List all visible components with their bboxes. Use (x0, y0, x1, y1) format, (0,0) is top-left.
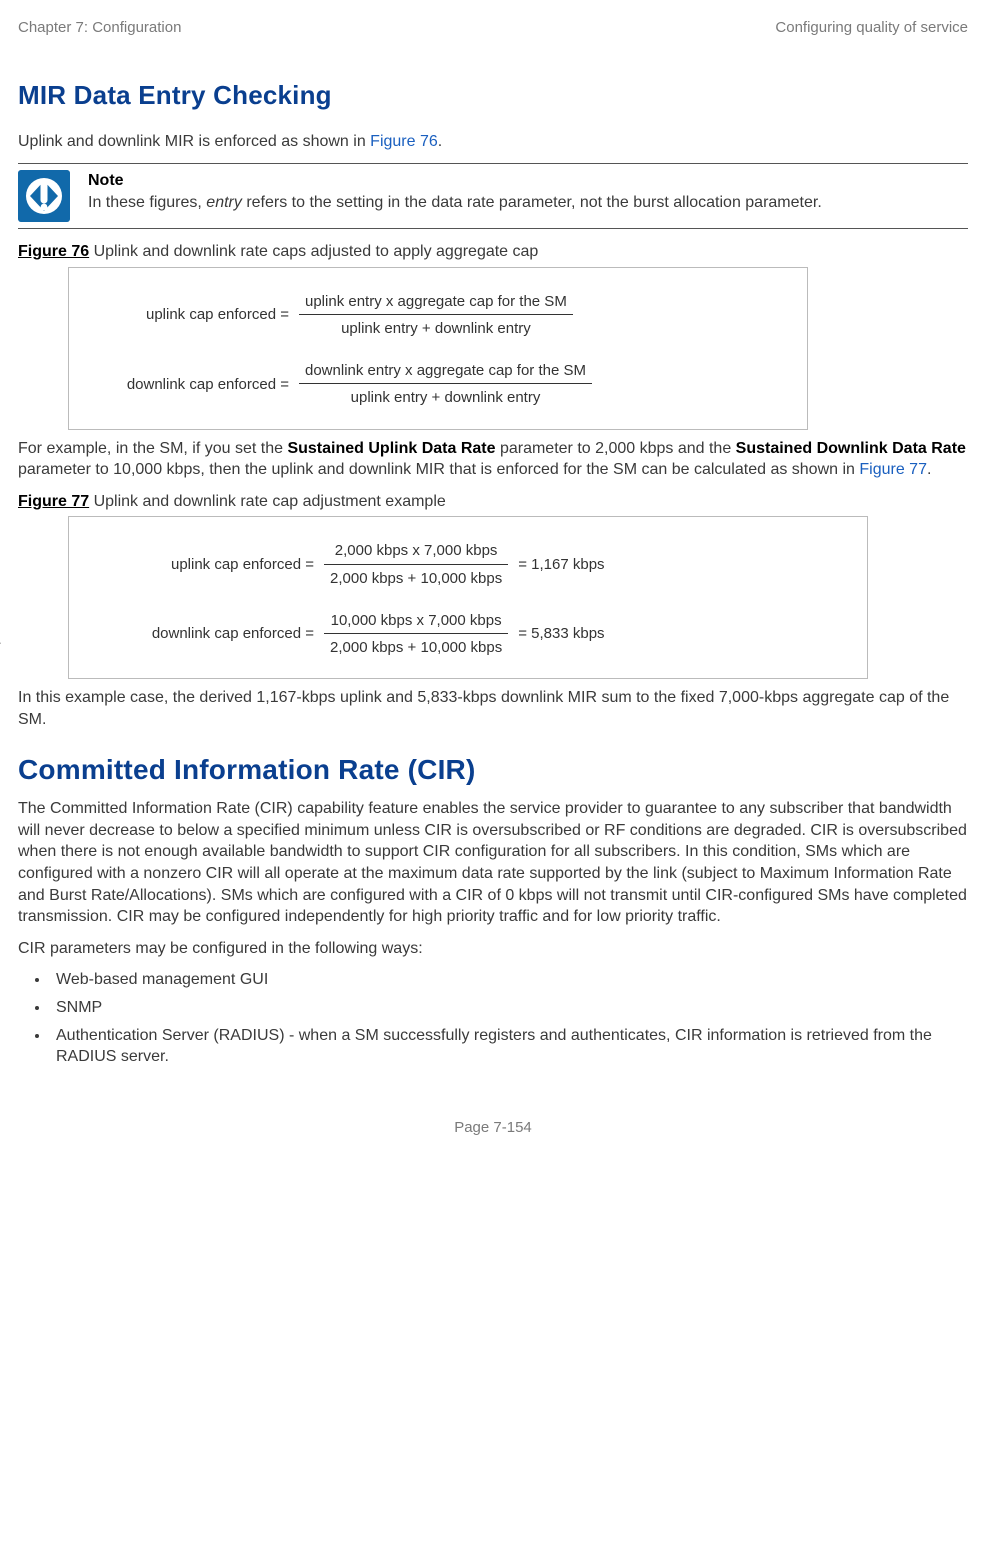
note-block: Note In these figures, entry refers to t… (18, 163, 968, 229)
cir-bullet-list: Web-based management GUI SNMP Authentica… (18, 969, 968, 1067)
list-item: Authentication Server (RADIUS) - when a … (50, 1025, 968, 1068)
figure-76-title: Figure 76 Uplink and downlink rate caps … (18, 241, 968, 263)
cir-paragraph-1: The Committed Information Rate (CIR) cap… (18, 798, 968, 928)
note-icon (18, 170, 70, 222)
list-item: SNMP (50, 997, 968, 1019)
page-header: Chapter 7: Configuration Configuring qua… (18, 18, 968, 38)
heading-mir: MIR Data Entry Checking (18, 78, 968, 113)
note-text: In these figures, entry refers to the se… (88, 192, 822, 214)
note-body: Note In these figures, entry refers to t… (88, 170, 822, 222)
figure-77-title: Figure 77 Uplink and downlink rate cap a… (18, 491, 968, 513)
link-figure-77[interactable]: Figure 77 (859, 461, 927, 478)
fig77-formula-downlink: `downlink cap enforced = 10,000 kbps x 7… (89, 611, 847, 659)
header-right: Configuring quality of service (775, 18, 968, 38)
fig77-formula-uplink: uplink cap enforced = 2,000 kbps x 7,000… (89, 541, 847, 589)
note-title: Note (88, 170, 822, 192)
fig76-formula-downlink: downlink cap enforced = downlink entry x… (89, 361, 787, 409)
link-figure-76[interactable]: Figure 76 (370, 133, 438, 150)
page-footer: Page 7-154 (18, 1118, 968, 1138)
figure-76-box: uplink cap enforced = uplink entry x agg… (68, 267, 808, 430)
case-paragraph: In this example case, the derived 1,167-… (18, 687, 968, 730)
example-paragraph: For example, in the SM, if you set the S… (18, 438, 968, 481)
heading-cir: Committed Information Rate (CIR) (18, 751, 968, 789)
intro-paragraph: Uplink and downlink MIR is enforced as s… (18, 131, 968, 153)
list-item: Web-based management GUI (50, 969, 968, 991)
header-left: Chapter 7: Configuration (18, 18, 181, 38)
figure-77-box: uplink cap enforced = 2,000 kbps x 7,000… (68, 516, 868, 679)
cir-paragraph-2: CIR parameters may be configured in the … (18, 938, 968, 960)
fig76-formula-uplink: uplink cap enforced = uplink entry x agg… (89, 292, 787, 340)
